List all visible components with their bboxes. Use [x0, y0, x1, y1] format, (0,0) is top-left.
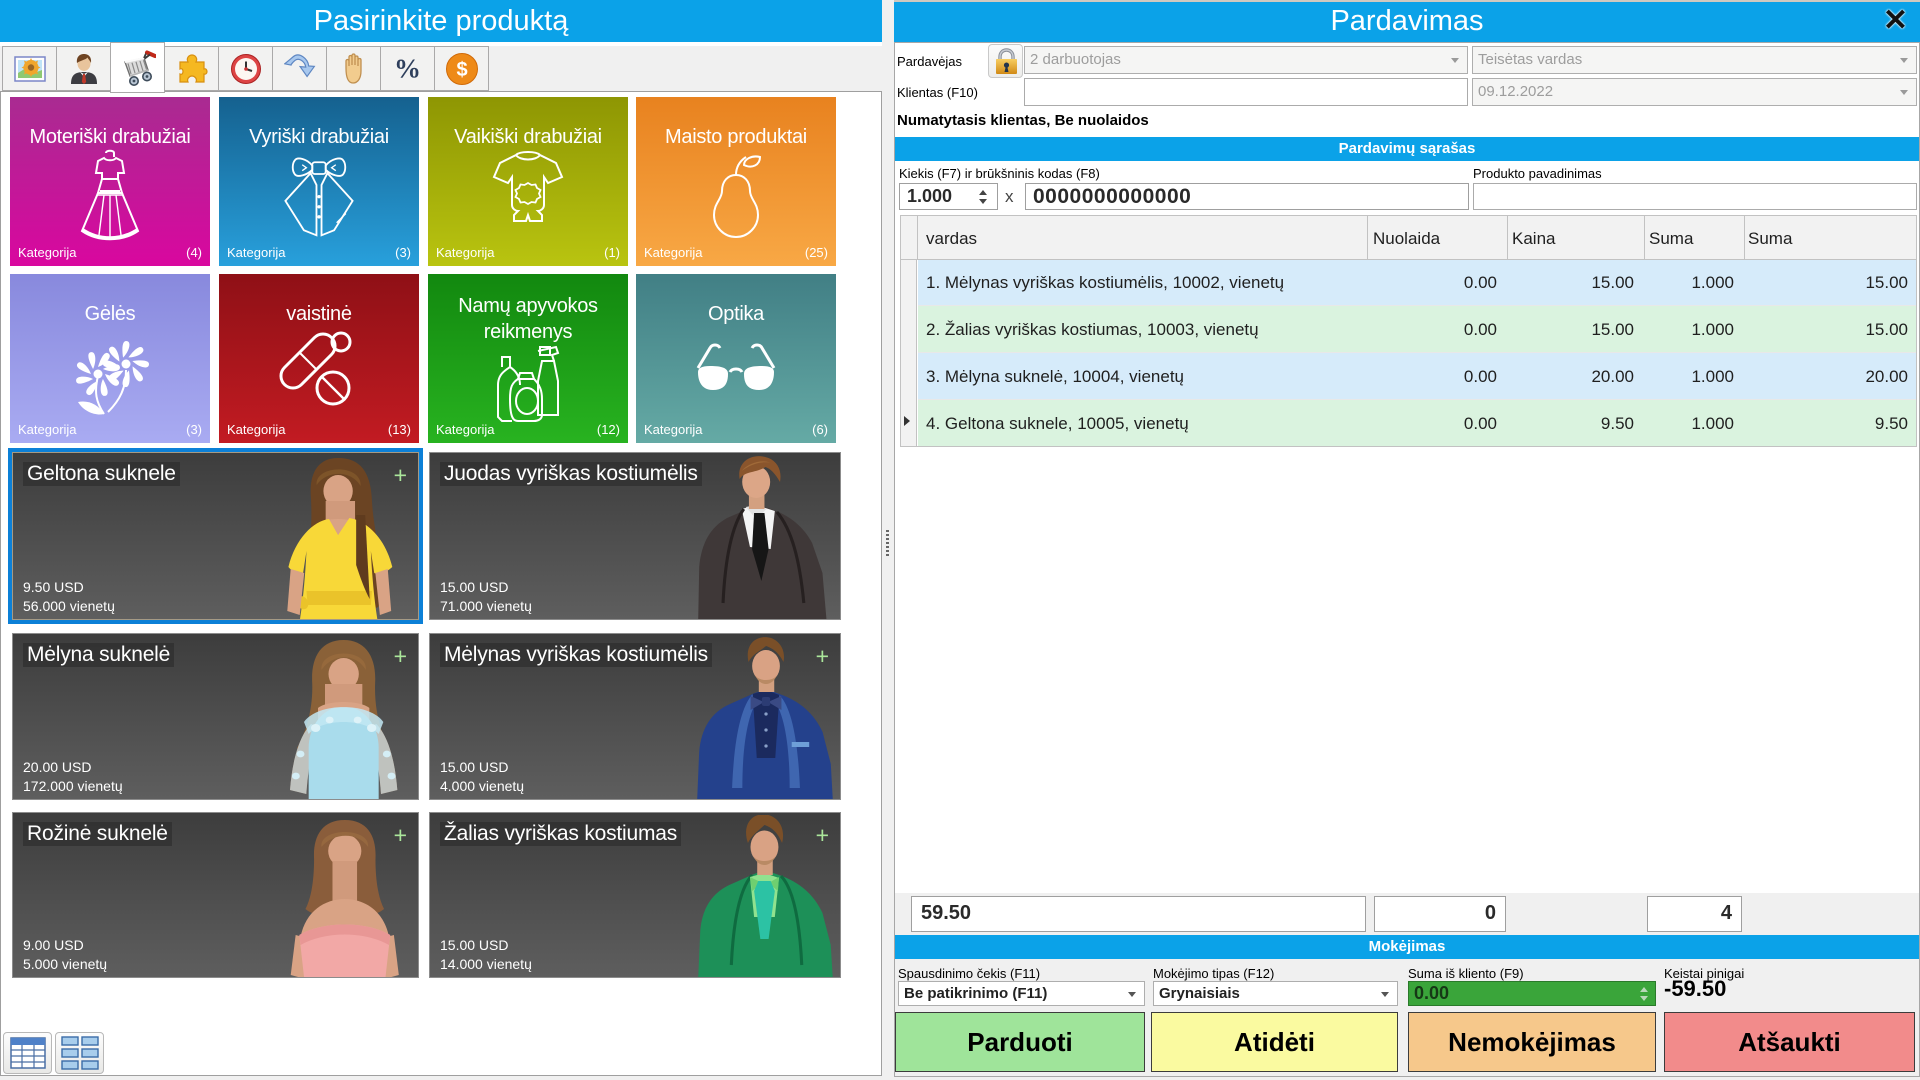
svg-text:$: $: [456, 59, 467, 81]
